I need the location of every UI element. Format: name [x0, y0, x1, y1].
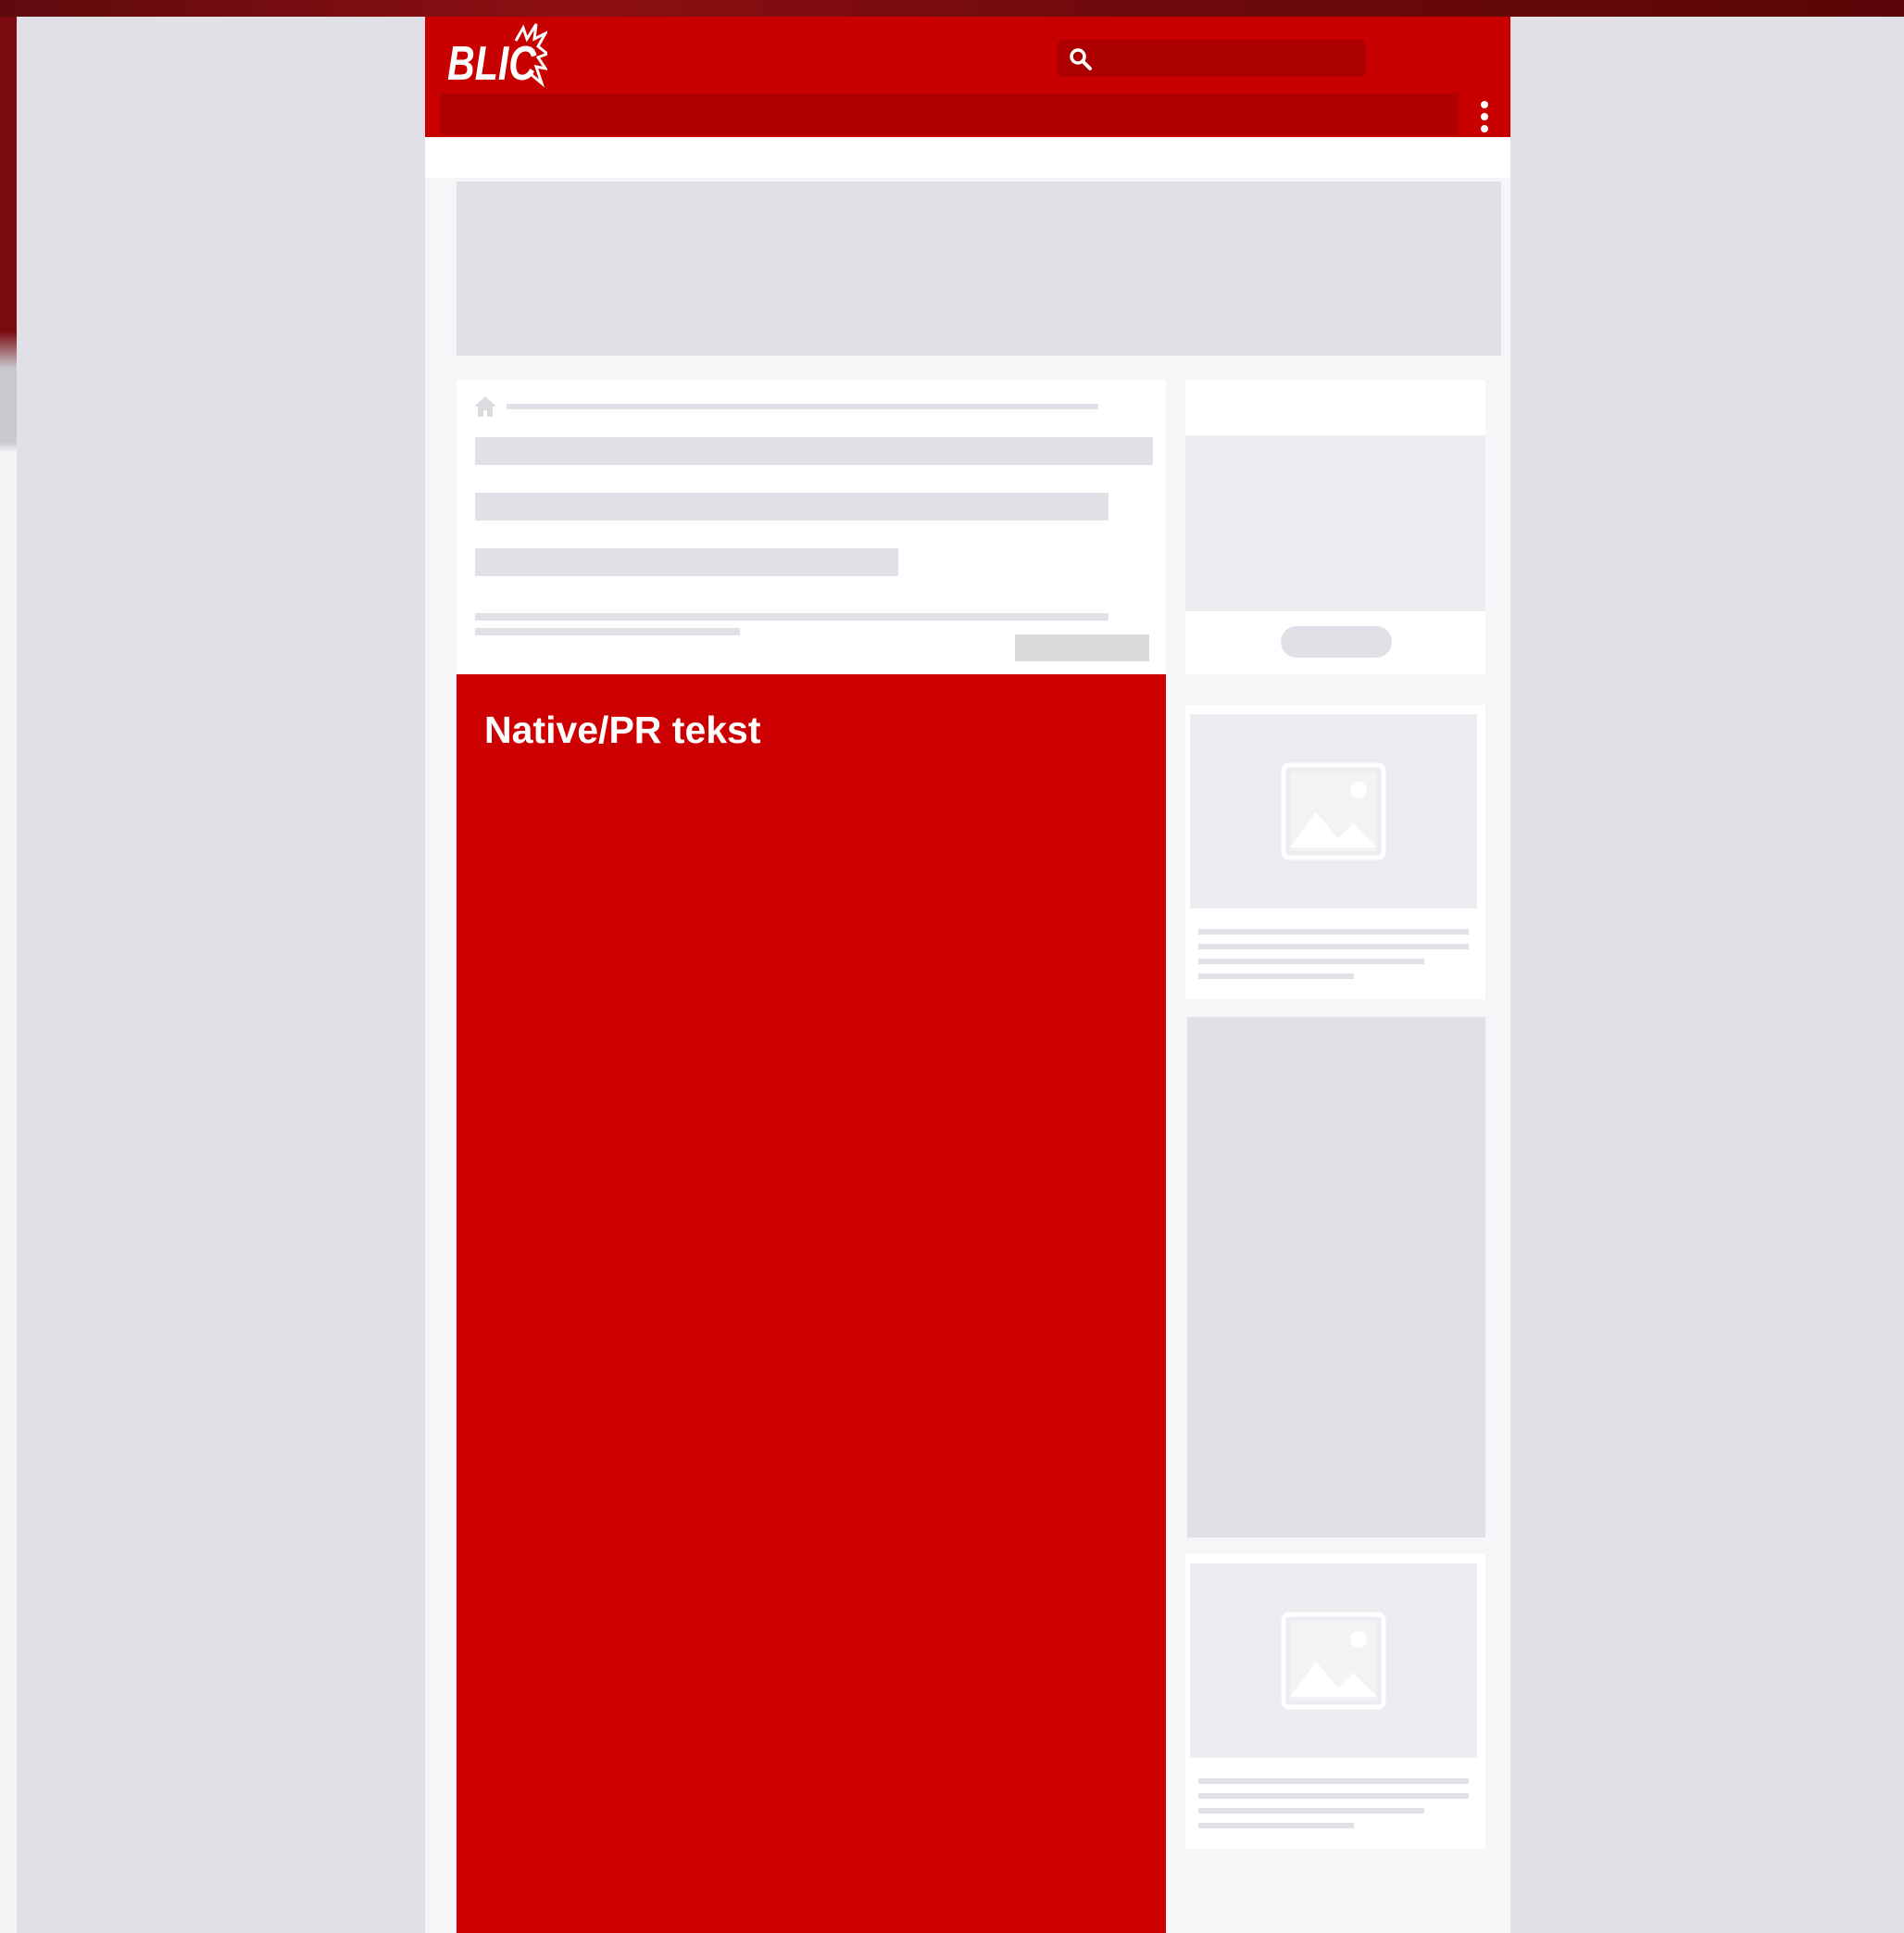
- sidebar-promo-card: [1185, 380, 1485, 674]
- article-text-placeholder: [1198, 929, 1469, 935]
- sidebar-promo-button-placeholder[interactable]: [1281, 626, 1392, 658]
- sidebar-ad-placeholder[interactable]: [1187, 1017, 1485, 1538]
- image-placeholder-icon: [1281, 1612, 1386, 1710]
- page-container: BLIC Native/PR tekst: [425, 17, 1510, 1933]
- home-icon[interactable]: [473, 395, 497, 419]
- native-block-title: Native/PR tekst: [484, 709, 761, 751]
- article-thumbnail-placeholder: [1190, 714, 1477, 909]
- blic-logo[interactable]: BLIC: [445, 22, 547, 93]
- article-meta-placeholder: [475, 628, 740, 635]
- article-meta-placeholder: [475, 613, 1109, 621]
- sidebar-promo-image-placeholder: [1185, 435, 1485, 611]
- article-header-card: [457, 380, 1166, 674]
- article-text-placeholder: [1198, 944, 1469, 949]
- article-text-placeholder: [1198, 1823, 1354, 1828]
- article-text-placeholder: [1198, 1808, 1424, 1814]
- sidebar-article-card[interactable]: [1185, 705, 1485, 999]
- header-spacer: [425, 137, 1510, 178]
- native-pr-content-block: Native/PR tekst: [457, 674, 1166, 1933]
- article-text-placeholder: [1198, 1793, 1469, 1799]
- left-edge-background: [0, 17, 17, 1933]
- kebab-menu-icon[interactable]: [1473, 98, 1496, 135]
- share-button-placeholder[interactable]: [1015, 634, 1149, 661]
- article-title-placeholder: [475, 437, 1153, 465]
- browser-top-strip: [0, 0, 1904, 17]
- article-thumbnail-placeholder: [1190, 1563, 1477, 1758]
- site-header: BLIC: [425, 17, 1510, 137]
- top-ad-banner[interactable]: [457, 182, 1501, 356]
- article-text-placeholder: [1198, 1778, 1469, 1784]
- breadcrumb[interactable]: [507, 404, 1098, 409]
- image-placeholder-icon: [1281, 762, 1386, 860]
- main-navigation-bar[interactable]: [440, 94, 1459, 135]
- article-text-placeholder: [1198, 959, 1424, 964]
- article-title-placeholder: [475, 548, 898, 576]
- search-input[interactable]: [1058, 40, 1366, 77]
- search-icon[interactable]: [1069, 47, 1093, 71]
- article-title-placeholder: [475, 493, 1109, 521]
- article-text-placeholder: [1198, 973, 1354, 979]
- right-gutter: [1510, 17, 1904, 1933]
- sidebar-article-card[interactable]: [1185, 1554, 1485, 1849]
- logo-text: BLIC: [447, 37, 537, 91]
